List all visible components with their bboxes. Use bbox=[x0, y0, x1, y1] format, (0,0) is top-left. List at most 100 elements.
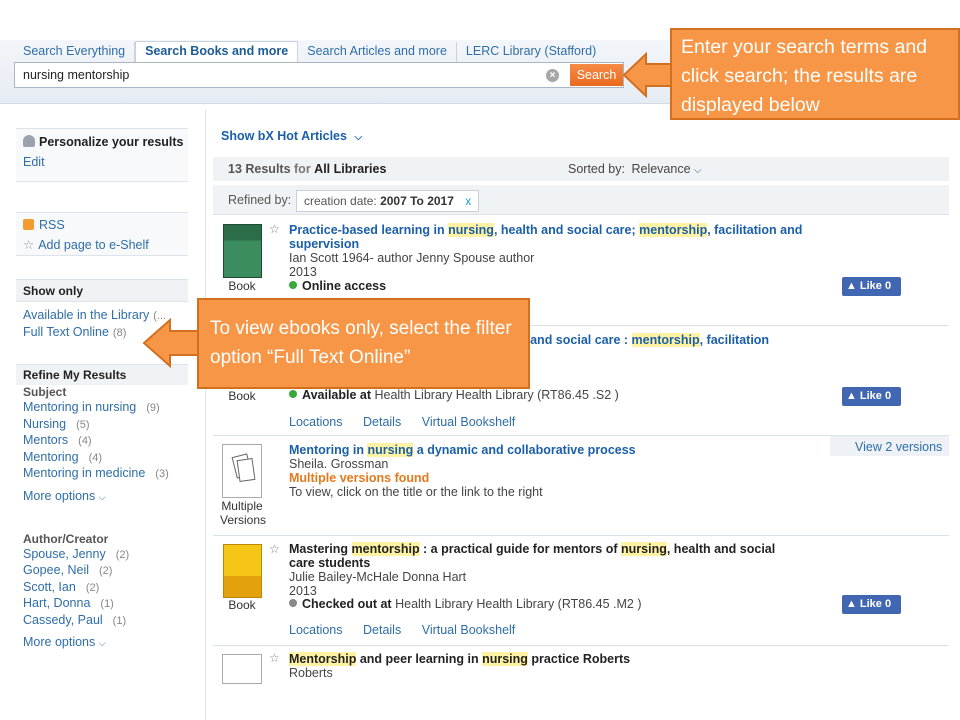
add-to-eshelf-star-icon[interactable]: ☆ bbox=[269, 542, 280, 556]
subject-count: (4) bbox=[88, 451, 103, 464]
author-more-options[interactable]: More options ⌵ bbox=[16, 635, 188, 649]
view-versions-link[interactable]: View 2 versions bbox=[855, 440, 942, 454]
callout-arrow-filter bbox=[142, 318, 203, 368]
sort-control[interactable]: Sorted by: Relevance ⌵ bbox=[568, 162, 702, 176]
callout-filter-text: To view ebooks only, select the filter o… bbox=[210, 318, 512, 368]
virtual-bookshelf-tab[interactable]: Virtual Bookshelf bbox=[422, 415, 516, 429]
add-eshelf-label: Add page to e-Shelf bbox=[38, 237, 149, 252]
author-item[interactable]: Cassedy, Paul (1) bbox=[16, 613, 188, 630]
author-count: (1) bbox=[112, 614, 127, 627]
title-highlight: nursing bbox=[482, 652, 528, 666]
result-availability[interactable]: Checked out at Health Library Health Lib… bbox=[289, 597, 642, 611]
result-title[interactable]: Mastering mentorship : a practical guide… bbox=[289, 542, 819, 570]
result-type: Book bbox=[228, 598, 256, 612]
facebook-like-button[interactable]: ▲ Like 0 bbox=[842, 277, 901, 296]
refine-chip-label: creation date: bbox=[304, 194, 377, 208]
result-title[interactable]: Mentorship and peer learning in nursing … bbox=[289, 652, 819, 666]
result-title[interactable]: Practice-based learning in nursing, heal… bbox=[289, 223, 819, 251]
result-year: 2013 bbox=[289, 584, 317, 598]
filter-label: Available in the Library bbox=[23, 308, 150, 322]
result-item: Book ☆ Mastering mentorship : a practica… bbox=[213, 536, 949, 646]
result-availability[interactable]: Online access bbox=[289, 279, 386, 293]
availability-label: Online access bbox=[302, 279, 387, 293]
subject-item[interactable]: Mentoring (4) bbox=[16, 450, 188, 467]
title-part: a dynamic and collaborative process bbox=[413, 443, 636, 457]
filter-label: Full Text Online bbox=[23, 324, 109, 339]
page-stack-icon bbox=[236, 457, 256, 483]
personalize-heading: Personalize your results bbox=[16, 135, 188, 149]
more-options-label: More options bbox=[23, 635, 96, 649]
author-item[interactable]: Hart, Donna (1) bbox=[16, 596, 188, 613]
result-title[interactable]: n and social care : mentorship, facilita… bbox=[519, 333, 819, 347]
refine-chip: creation date: 2007 To 2017 x bbox=[296, 190, 480, 212]
title-highlight: mentorship bbox=[639, 223, 708, 237]
refined-by-label: Refined by: bbox=[228, 193, 292, 207]
edit-link[interactable]: Edit bbox=[16, 155, 188, 171]
title-highlight: mentorship bbox=[351, 542, 420, 556]
subject-list: Mentoring in nursing (9) Nursing (5) Mento… bbox=[16, 400, 188, 483]
tab-search-everything[interactable]: Search Everything bbox=[14, 42, 136, 62]
result-title[interactable]: Mentoring in nursing a dynamic and colla… bbox=[289, 443, 819, 457]
personalize-title: Personalize your results bbox=[39, 135, 184, 149]
hot-articles-toggle[interactable]: Show bX Hot Articles ⌵ bbox=[221, 129, 362, 143]
tab-search-books[interactable]: Search Books and more bbox=[135, 41, 299, 62]
book-cover-thumbnail[interactable] bbox=[223, 224, 262, 278]
rss-link[interactable]: RSS bbox=[16, 218, 188, 234]
result-year: 2013 bbox=[289, 265, 317, 279]
result-authors: Sheila. Grossman bbox=[289, 457, 389, 471]
add-to-eshelf-star-icon[interactable]: ☆ bbox=[269, 222, 280, 236]
locations-tab[interactable]: Locations bbox=[289, 623, 343, 637]
subject-item[interactable]: Mentoring in medicine (3) bbox=[16, 466, 188, 483]
callout-filter: To view ebooks only, select the filter o… bbox=[197, 298, 530, 389]
author-count: (2) bbox=[115, 548, 130, 561]
refine-chip-value: 2007 To 2017 bbox=[380, 194, 454, 208]
thumbs-up-icon: ▲ bbox=[846, 598, 857, 610]
available-status-icon bbox=[289, 390, 297, 398]
book-cover-thumbnail[interactable] bbox=[223, 544, 262, 598]
facebook-like-button[interactable]: ▲ Like 0 bbox=[842, 387, 901, 406]
subject-more-options[interactable]: More options ⌵ bbox=[16, 489, 188, 503]
details-tab[interactable]: Details bbox=[363, 415, 401, 429]
checked-out-status-icon bbox=[289, 599, 297, 607]
title-part: , facilitation bbox=[699, 333, 770, 347]
clear-icon[interactable]: × bbox=[546, 69, 559, 82]
result-availability[interactable]: Available at Health Library Health Libra… bbox=[289, 388, 619, 402]
virtual-bookshelf-tab[interactable]: Virtual Bookshelf bbox=[422, 623, 516, 637]
title-highlight: nursing bbox=[367, 443, 414, 457]
title-part: , facilitation and bbox=[707, 223, 803, 237]
show-only-title: Show only bbox=[16, 280, 188, 302]
search-button[interactable]: Search bbox=[570, 64, 623, 86]
tab-search-articles[interactable]: Search Articles and more bbox=[298, 42, 457, 62]
search-input[interactable] bbox=[15, 63, 555, 87]
add-to-eshelf-star-icon[interactable]: ☆ bbox=[269, 651, 280, 665]
author-item[interactable]: Spouse, Jenny (2) bbox=[16, 547, 188, 564]
chevron-down-icon: ⌵ bbox=[98, 638, 106, 648]
subject-item[interactable]: Mentoring in nursing (9) bbox=[16, 400, 188, 417]
availability-location: Health Library Health Library (RT86.45 .… bbox=[395, 597, 642, 611]
author-label: Scott, Ian bbox=[23, 579, 76, 594]
author-label: Cassedy, Paul bbox=[23, 612, 103, 627]
author-item[interactable]: Gopee, Neil (2) bbox=[16, 563, 188, 580]
title-part: Mentoring in bbox=[289, 443, 368, 457]
author-count: (1) bbox=[100, 598, 114, 610]
subject-item[interactable]: Mentors (4) bbox=[16, 433, 188, 450]
tab-lerc-library[interactable]: LERC Library (Stafford) bbox=[457, 42, 605, 62]
result-item: ☆ Mentorship and peer learning in nursin… bbox=[213, 646, 949, 720]
multiple-versions-icon[interactable] bbox=[222, 654, 262, 684]
author-item[interactable]: Scott, Ian (2) bbox=[16, 580, 188, 597]
rss-icon bbox=[23, 219, 34, 230]
title-part: practice Roberts bbox=[527, 652, 631, 666]
details-tab[interactable]: Details bbox=[363, 623, 401, 637]
subject-label: Mentoring in medicine bbox=[23, 466, 146, 480]
multiple-versions-icon[interactable] bbox=[222, 444, 262, 498]
chevron-down-icon: ⌵ bbox=[98, 491, 106, 502]
locations-tab[interactable]: Locations bbox=[289, 415, 343, 429]
callout-search: Enter your search terms and click search… bbox=[670, 28, 960, 120]
sort-label: Sorted by: bbox=[568, 162, 625, 176]
like-label: Like 0 bbox=[859, 390, 892, 402]
refine-chip-remove[interactable]: x bbox=[465, 194, 471, 208]
facebook-like-button[interactable]: ▲ Like 0 bbox=[842, 595, 901, 614]
add-eshelf-link[interactable]: ☆ Add page to e-Shelf bbox=[16, 238, 188, 254]
filter-count: (8) bbox=[112, 326, 127, 339]
subject-item[interactable]: Nursing (5) bbox=[16, 417, 188, 434]
